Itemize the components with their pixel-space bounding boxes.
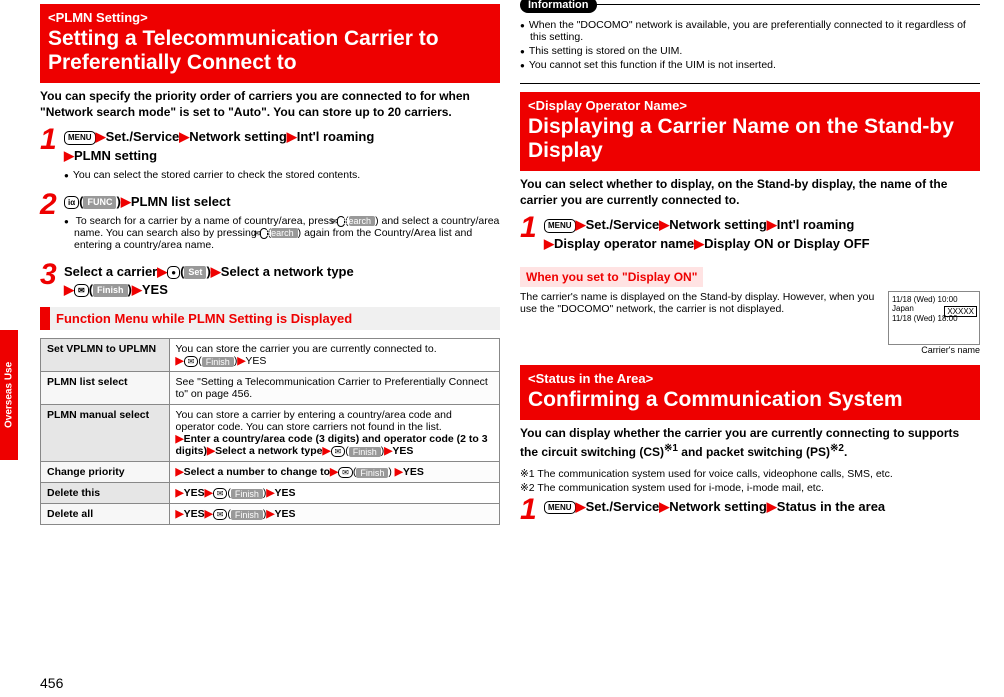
info-bullet: You cannot set this function if the UIM … [520,59,980,71]
center-icon: ● [167,266,180,279]
status-step-1: 1 MENU▶Set./Service▶Network setting▶Stat… [520,498,980,522]
when-display-on-header: When you set to "Display ON" [520,267,703,287]
step-2-note: To search for a carrier by a name of cou… [64,215,500,251]
fn-desc: You can store the carrier you are curren… [169,339,499,372]
standby-preview: 11/18 (Wed) 10:00 Japan 11/18 (Wed) 18:0… [888,291,980,345]
section-intro: You can select whether to display, on th… [520,177,980,208]
step-1-main: MENU▶Set./Service▶Network setting▶Int'l … [64,128,500,164]
status-step-1-main: MENU▶Set./Service▶Network setting▶Status… [544,498,980,516]
step-number: 2 [40,193,64,259]
table-row: Delete all ▶YES▶✉(Finish)▶YES [41,504,500,525]
standby-carrier-box: XXXXX [944,306,977,318]
step-number: 3 [40,263,64,299]
menu-icon: MENU [544,501,576,514]
don-step-1: 1 MENU▶Set./Service▶Network setting▶Int'… [520,216,980,252]
table-row: Change priority ▶Select a number to chan… [41,462,500,483]
fn-label: Change priority [41,462,170,483]
mail-icon: ✉ [74,284,89,297]
fn-label: Delete this [41,483,170,504]
column-right: Information When the "DOCOMO" network is… [520,4,980,526]
section-plmn-header: <PLMN Setting> Setting a Telecommunicati… [40,4,500,83]
info-bullet: When the "DOCOMO" network is available, … [520,19,980,43]
func-label: FUNC [83,196,116,209]
table-row: PLMN manual select You can store a carri… [41,405,500,462]
info-label: Information [520,0,597,13]
menu-icon: MENU [544,219,576,232]
section-intro: You can specify the priority order of ca… [40,89,500,120]
finish-label: Finish [93,284,128,297]
fn-label: PLMN list select [41,372,170,405]
mail-icon: ✉ [331,446,346,457]
step-3: 3 Select a carrier▶●(Set)▶Select a netwo… [40,263,500,299]
section-intro: You can display whether the carrier you … [520,426,980,460]
step-number: 1 [520,498,544,522]
mail-icon: ✉ [213,509,228,520]
set-label: Set [184,266,206,279]
step-2: 2 iα(FUNC)▶PLMN list select To search fo… [40,193,500,259]
section-tag: <Display Operator Name> [528,98,972,113]
mail-icon: ✉ [338,467,353,478]
menu-icon: MENU [64,131,96,144]
page-number: 456 [40,675,63,691]
fn-desc: ▶YES▶✉(Finish)▶YES [169,504,499,525]
page: <PLMN Setting> Setting a Telecommunicati… [0,0,1004,536]
table-row: Set VPLMN to UPLMN You can store the car… [41,339,500,372]
step-number: 1 [520,216,544,252]
search-label: Search [349,216,376,226]
search-label: Search [271,228,298,238]
table-row: Delete this ▶YES▶✉(Finish)▶YES [41,483,500,504]
info-bullet: This setting is stored on the UIM. [520,45,980,57]
section-title: Setting a Telecommunication Carrier to P… [48,27,492,75]
fn-label: Delete all [41,504,170,525]
footnote-2: ※2 The communication system used for i-m… [520,482,980,494]
section-don-header: <Display Operator Name> Displaying a Car… [520,92,980,171]
step-3-main: Select a carrier▶●(Set)▶Select a network… [64,263,500,299]
fn-desc: You can store a carrier by entering a co… [169,405,499,462]
fn-desc: See "Setting a Telecommunication Carrier… [169,372,499,405]
footnote-1: ※1 The communication system used for voi… [520,468,980,480]
function-menu-header: Function Menu while PLMN Setting is Disp… [40,307,500,330]
fn-label: PLMN manual select [41,405,170,462]
fn-label: Set VPLMN to UPLMN [41,339,170,372]
don-step-1-main: MENU▶Set./Service▶Network setting▶Int'l … [544,216,980,252]
side-tab: Overseas Use [0,330,18,460]
function-menu-table: Set VPLMN to UPLMN You can store the car… [40,338,500,525]
section-title: Displaying a Carrier Name on the Stand-b… [528,115,972,163]
info-box: Information When the "DOCOMO" network is… [520,4,980,84]
fn-desc: ▶YES▶✉(Finish)▶YES [169,483,499,504]
mail-icon: ✉ [184,356,199,367]
section-tag: <Status in the Area> [528,371,972,386]
step-1: 1 MENU▶Set./Service▶Network setting▶Int'… [40,128,500,188]
section-tag: <PLMN Setting> [48,10,492,25]
fn-desc: ▶Select a number to change to▶✉(Finish) … [169,462,499,483]
step-2-main: iα(FUNC)▶PLMN list select [64,193,500,211]
step-number: 1 [40,128,64,188]
mail-icon: ✉ [213,488,228,499]
section-title: Confirming a Communication System [528,388,972,412]
carrier-note: Carrier's name [520,345,980,355]
column-left: <PLMN Setting> Setting a Telecommunicati… [40,4,500,526]
table-row: PLMN list select See "Setting a Telecomm… [41,372,500,405]
section-status-header: <Status in the Area> Confirming a Commun… [520,365,980,420]
ir-icon: iα [64,196,79,209]
step-1-note: You can select the stored carrier to che… [64,169,500,181]
when-body-wrap: 11/18 (Wed) 10:00 Japan 11/18 (Wed) 18:0… [520,291,980,345]
